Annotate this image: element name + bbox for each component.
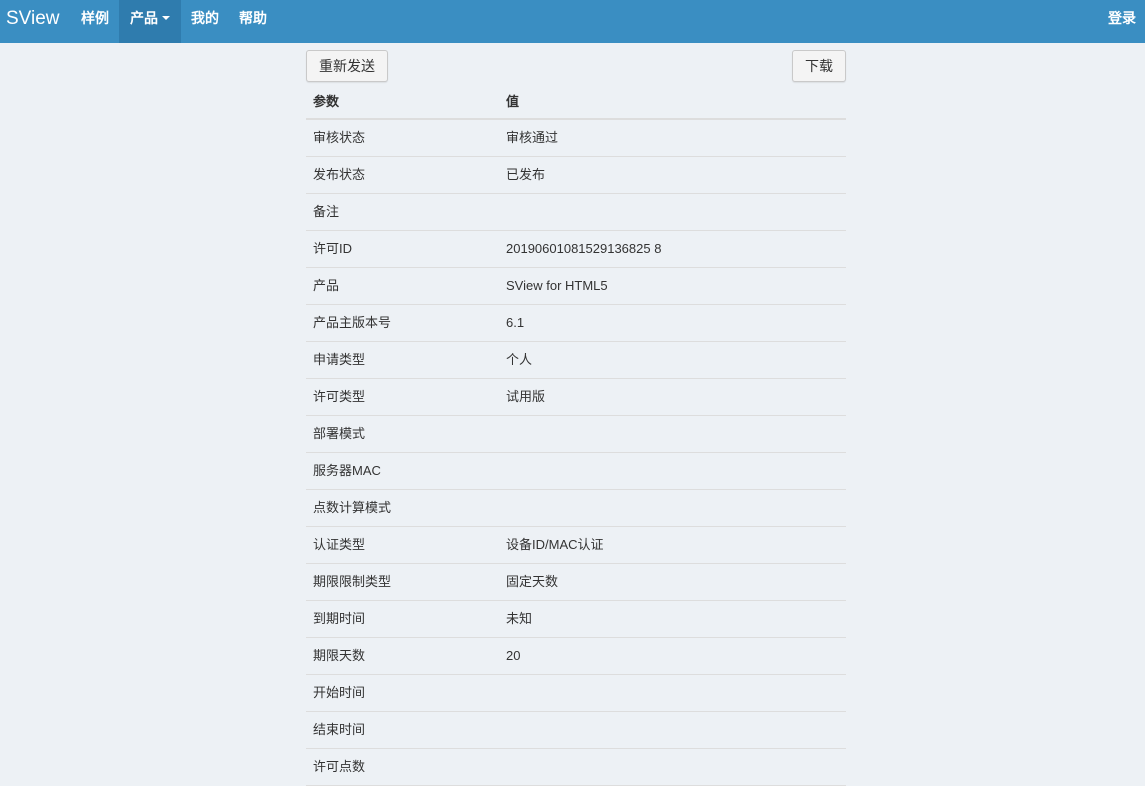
table-row: 点数计算模式 (306, 490, 846, 527)
table-row: 申请类型 个人 (306, 342, 846, 379)
row-param-label: 开始时间 (313, 685, 366, 700)
nav-item-mine[interactable]: 我的 (181, 0, 229, 37)
row-param-label: 期限限制类型 (313, 574, 392, 589)
row-param-label: 申请类型 (313, 352, 366, 367)
table-row: 到期时间 未知 (306, 601, 846, 638)
row-value: 20 (506, 648, 521, 663)
row-param-label: 服务器MAC (313, 463, 381, 478)
table-row: 期限天数 20 (306, 638, 846, 675)
table-row: 结束时间 (306, 712, 846, 749)
row-value: 20190601081529136825 8 (506, 241, 662, 256)
table-row: 发布状态 已发布 (306, 157, 846, 194)
table-row: 认证类型 设备ID/MAC认证 (306, 527, 846, 564)
login-link[interactable]: 登录 (1108, 0, 1136, 37)
table-row: 部署模式 (306, 416, 846, 453)
row-value: SView for HTML5 (506, 278, 608, 293)
caret-down-icon (162, 16, 170, 21)
row-param-label: 认证类型 (313, 537, 366, 552)
row-value: 未知 (506, 611, 533, 626)
download-button[interactable]: 下载 (792, 50, 846, 82)
row-param-label: 审核状态 (313, 130, 366, 145)
nav-item-help[interactable]: 帮助 (229, 0, 277, 37)
table-body: 审核状态 审核通过发布状态 已发布备注许可ID 2019060108152913682… (306, 120, 846, 786)
row-value: 审核通过 (506, 130, 559, 145)
top-navbar: SView 样例 产品 我的 帮助 登录 (0, 0, 1145, 43)
row-value: 设备ID/MAC认证 (506, 537, 604, 552)
row-param-label: 许可类型 (313, 389, 366, 404)
table-row: 产品主版本号 6.1 (306, 305, 846, 342)
header-value: 值 (506, 94, 520, 109)
row-param-label: 到期时间 (313, 611, 366, 626)
nav-item-products-label: 产品 (130, 10, 158, 26)
nav-item-samples[interactable]: 样例 (71, 0, 119, 37)
table-row: 许可ID 20190601081529136825 8 (306, 231, 846, 268)
row-param-label: 许可点数 (313, 759, 366, 774)
table-row: 审核状态 审核通过 (306, 120, 846, 157)
row-param-label: 期限天数 (313, 648, 366, 663)
row-param-label: 备注 (313, 204, 340, 219)
row-value: 已发布 (506, 167, 546, 182)
row-param-label: 部署模式 (313, 426, 366, 441)
row-param-label: 许可ID (313, 241, 353, 256)
table-row: 服务器MAC (306, 453, 846, 490)
row-param-label: 结束时间 (313, 722, 366, 737)
row-value: 6.1 (506, 315, 525, 330)
row-param-label: 产品主版本号 (313, 315, 392, 330)
table-row: 许可点数 (306, 749, 846, 786)
table-row: 期限限制类型 固定天数 (306, 564, 846, 601)
row-value: 固定天数 (506, 574, 559, 589)
table-row: 备注 (306, 194, 846, 231)
table-row: 产品 SView for HTML5 (306, 268, 846, 305)
row-value: 试用版 (506, 389, 546, 404)
resend-button[interactable]: 重新发送 (306, 50, 388, 82)
table-row: 开始时间 (306, 675, 846, 712)
table-row: 许可类型 试用版 (306, 379, 846, 416)
row-value: 个人 (506, 352, 533, 367)
row-param-label: 点数计算模式 (313, 500, 392, 515)
nav-item-products[interactable]: 产品 (119, 0, 181, 43)
brand-logo[interactable]: SView (6, 0, 60, 37)
row-param-label: 发布状态 (313, 167, 366, 182)
license-table: 参数 值 审核状态 审核通过发布状态 已发布备注许可ID 20190601081529… (306, 84, 846, 786)
table-header: 参数 值 (306, 84, 846, 120)
row-param-label: 产品 (313, 278, 340, 293)
header-param: 参数 (313, 94, 340, 109)
